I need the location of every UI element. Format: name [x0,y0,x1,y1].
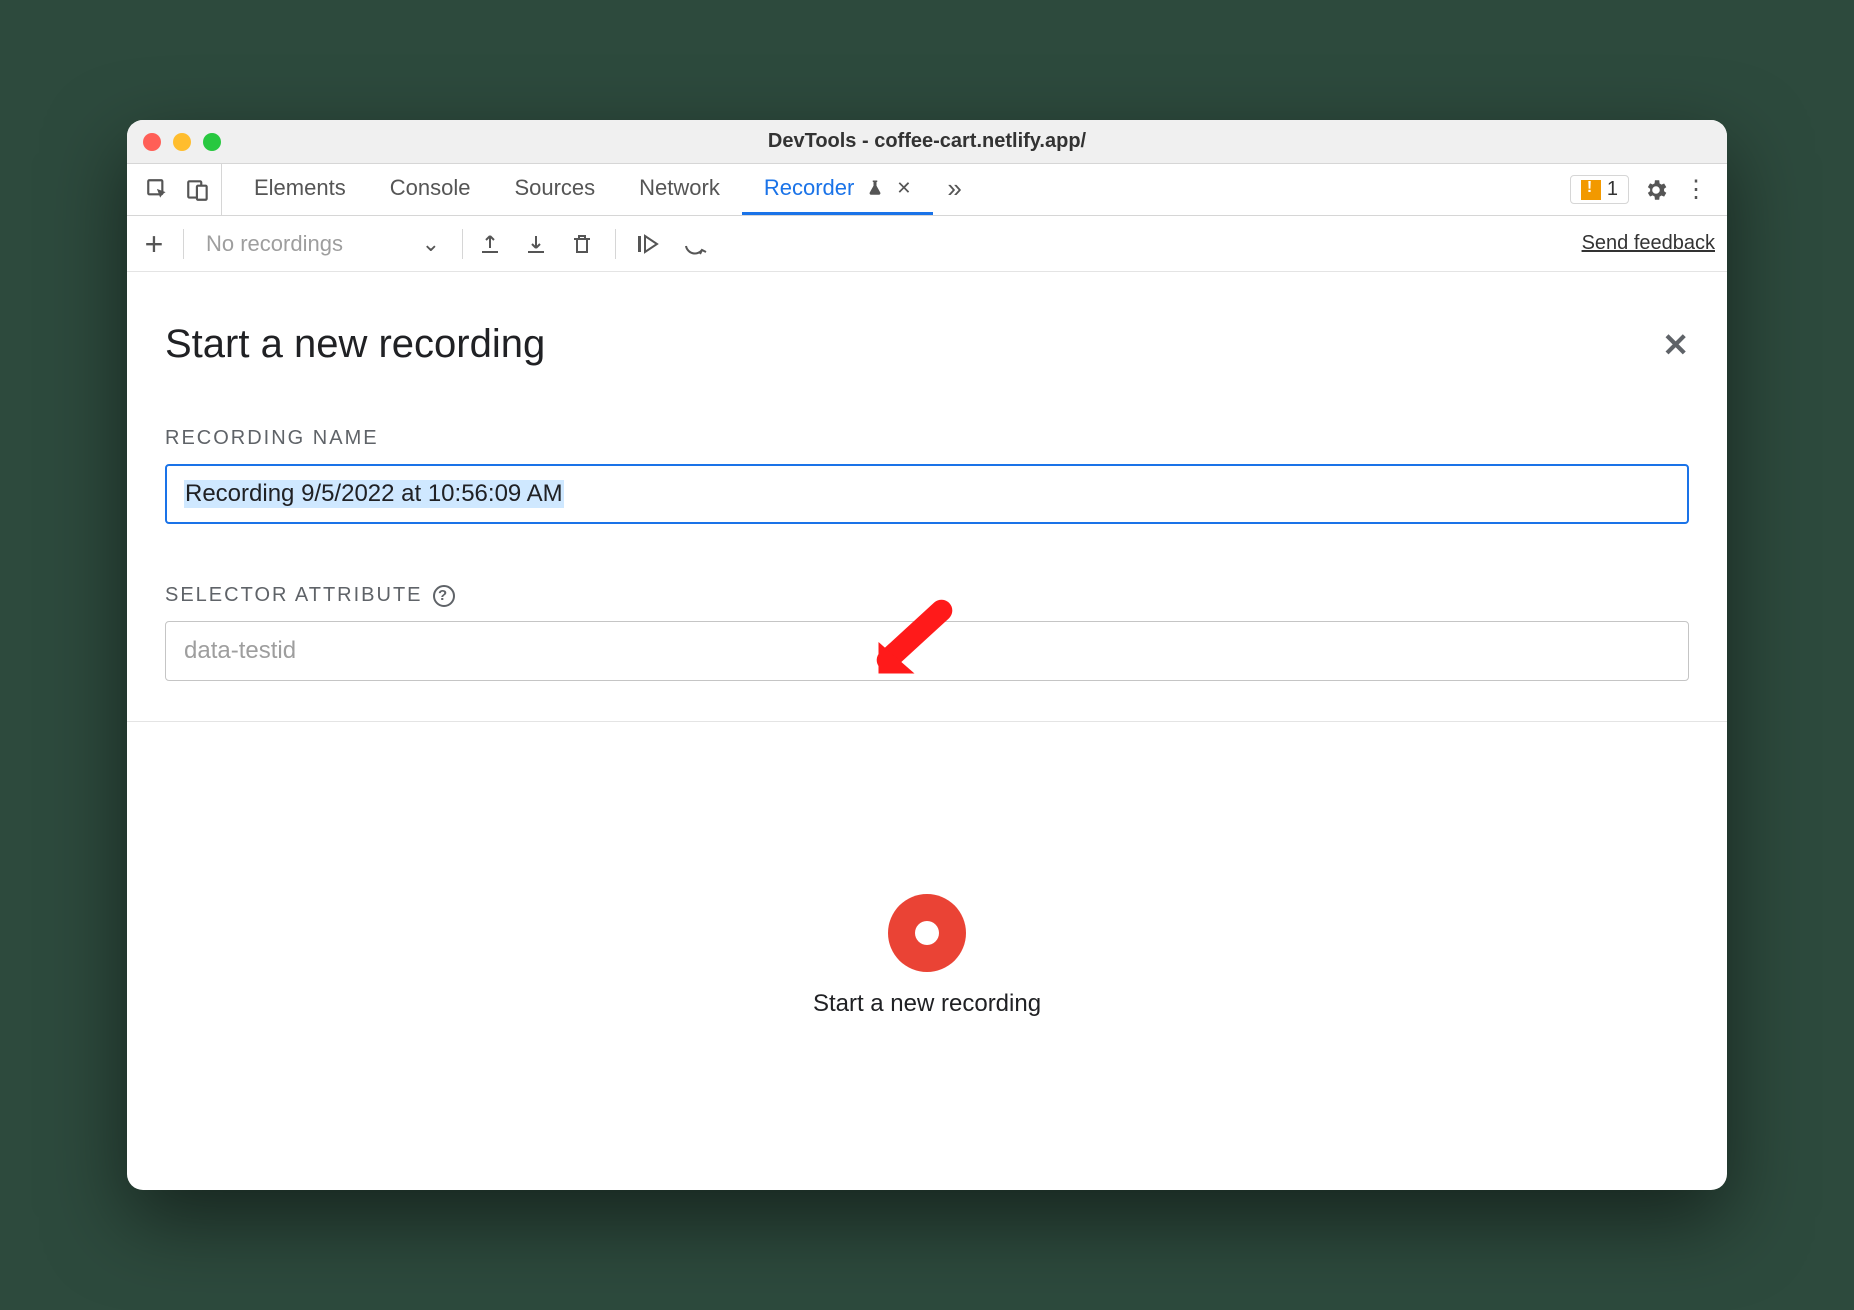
selector-attribute-label: SELECTOR ATTRIBUTE [165,584,423,607]
device-toggle-icon[interactable] [185,177,211,203]
replay-icon[interactable] [682,231,708,257]
recording-name-input[interactable] [165,464,1689,524]
tabs-row: Elements Console Sources Network Recorde… [127,164,1727,216]
warnings-badge[interactable]: 1 [1570,175,1629,204]
traffic-lights [143,133,221,151]
add-recording-button[interactable]: + [139,228,169,260]
titlebar: DevTools - coffee-cart.netlify.app/ [127,120,1727,164]
dropdown-label: No recordings [206,231,343,257]
play-step-icon[interactable] [636,231,662,257]
help-icon[interactable]: ? [433,585,455,607]
devtools-window: DevTools - coffee-cart.netlify.app/ Elem… [127,120,1727,1190]
record-icon [915,921,939,945]
more-tabs-button[interactable]: » [933,164,975,215]
inspect-element-icon[interactable] [145,177,171,203]
recorder-toolbar: + No recordings ⌄ Send feed [127,216,1727,272]
chevron-down-icon: ⌄ [422,231,440,257]
kebab-menu-icon[interactable]: ⋮ [1683,177,1709,203]
maximize-window-button[interactable] [203,133,221,151]
panel-heading: Start a new recording [165,322,545,367]
window-title: DevTools - coffee-cart.netlify.app/ [127,130,1727,153]
panel-tabs: Elements Console Sources Network Recorde… [232,164,1560,215]
tab-elements[interactable]: Elements [232,164,368,215]
minimize-window-button[interactable] [173,133,191,151]
tab-network[interactable]: Network [617,164,742,215]
settings-icon[interactable] [1643,177,1669,203]
start-recording-button[interactable] [888,894,966,972]
tab-console[interactable]: Console [368,164,493,215]
send-feedback-link[interactable]: Send feedback [1582,232,1715,255]
tab-sources[interactable]: Sources [492,164,617,215]
warning-count: 1 [1607,178,1618,201]
flask-icon [862,175,888,201]
recordings-dropdown[interactable]: No recordings ⌄ [198,231,448,257]
close-window-button[interactable] [143,133,161,151]
recorder-panel: Start a new recording ✕ RECORDING NAME R… [127,272,1727,1190]
tab-recorder[interactable]: Recorder ✕ [742,164,934,215]
import-icon[interactable] [523,231,549,257]
warning-icon [1581,180,1601,200]
close-tab-icon[interactable]: ✕ [896,178,911,199]
close-panel-icon[interactable]: ✕ [1662,326,1689,364]
selector-attribute-input[interactable] [165,621,1689,681]
delete-icon[interactable] [569,231,595,257]
export-icon[interactable] [477,231,503,257]
start-recording-label: Start a new recording [813,990,1041,1018]
recording-name-label: RECORDING NAME [165,427,1689,450]
panel-footer: Start a new recording [127,721,1727,1190]
